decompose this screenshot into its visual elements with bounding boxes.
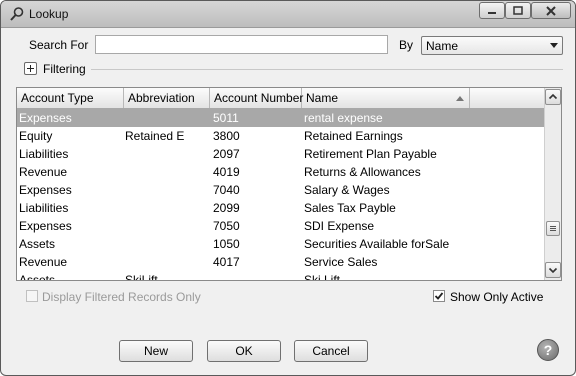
- column-header-label: Account Type: [21, 91, 94, 105]
- cell-account-type: Liabilities: [19, 201, 69, 215]
- cell-account-type: Assets: [19, 237, 56, 251]
- search-input[interactable]: [95, 35, 388, 54]
- table-row[interactable]: Expenses 7040 Salary & Wages: [17, 181, 544, 199]
- table-row[interactable]: Liabilities 2097 Retirement Plan Payable: [17, 145, 544, 163]
- cell-name: SDI Expense: [304, 219, 375, 233]
- cancel-button[interactable]: Cancel: [294, 340, 368, 362]
- cell-account-type: Revenue: [19, 255, 68, 269]
- maximize-button[interactable]: [505, 2, 531, 19]
- show-only-active-checkbox[interactable]: [433, 290, 445, 302]
- table-row[interactable]: Revenue 4017 Service Sales: [17, 253, 544, 271]
- cell-account-type: Expenses: [19, 111, 72, 125]
- filtering-divider: [91, 69, 563, 70]
- table-row[interactable]: Assets SkiLift Ski Lift: [17, 271, 544, 281]
- cell-account-number: 2099: [213, 201, 240, 215]
- grip-icon: [550, 226, 556, 231]
- title-bar[interactable]: Lookup: [1, 1, 575, 28]
- checkmark-icon: [434, 292, 444, 300]
- by-label: By: [399, 38, 414, 52]
- window-title: Lookup: [29, 7, 69, 21]
- cell-account-number: 7050: [213, 219, 240, 233]
- chevron-up-icon: [548, 93, 558, 100]
- table-row[interactable]: Expenses 7050 SDI Expense: [17, 217, 544, 235]
- minimize-icon: [488, 11, 496, 14]
- cell-name: Sales Tax Payble: [304, 201, 396, 215]
- table-row[interactable]: Expenses 5011 rental expense: [17, 109, 544, 127]
- cell-account-type: Equity: [19, 129, 53, 143]
- grid-header: Account Type Abbreviation Account Number…: [17, 88, 544, 109]
- cell-name: Ski Lift: [304, 273, 341, 281]
- chevron-down-icon: [548, 267, 558, 274]
- cell-account-type: Expenses: [19, 183, 72, 197]
- cell-name: Securities Available forSale: [304, 237, 450, 251]
- column-header-account-type[interactable]: Account Type: [17, 88, 124, 108]
- ok-button[interactable]: OK: [207, 340, 281, 362]
- search-for-label: Search For: [29, 38, 89, 52]
- cell-name: Retained Earnings: [304, 129, 403, 143]
- cell-name: Service Sales: [304, 255, 378, 269]
- cell-abbreviation: SkiLift: [125, 273, 158, 281]
- close-button[interactable]: [531, 2, 571, 19]
- cell-account-number: 2097: [213, 147, 240, 161]
- column-header-label: Name: [306, 91, 339, 105]
- magnifier-icon: [10, 7, 24, 21]
- table-row[interactable]: Revenue 4019 Returns & Allowances: [17, 163, 544, 181]
- display-filtered-only-label: Display Filtered Records Only: [42, 290, 201, 304]
- cell-account-type: Assets: [19, 273, 56, 281]
- search-by-select[interactable]: Name: [421, 36, 563, 55]
- cell-account-number: 4017: [213, 255, 240, 269]
- column-header-abbreviation[interactable]: Abbreviation: [124, 88, 210, 108]
- cell-account-type: Revenue: [19, 165, 68, 179]
- maximize-icon: [513, 6, 523, 15]
- cell-account-type: Expenses: [19, 219, 72, 233]
- cell-abbreviation: Retained E: [125, 129, 185, 143]
- scroll-down-button[interactable]: [545, 262, 561, 278]
- cell-account-number: 1050: [213, 237, 240, 251]
- minimize-button[interactable]: [479, 2, 505, 19]
- column-header-label: Account Number: [214, 91, 304, 105]
- search-by-value: Name: [426, 39, 459, 53]
- filtering-expand-button[interactable]: [24, 62, 37, 75]
- cell-account-number: 4019: [213, 165, 240, 179]
- column-header-name[interactable]: Name: [302, 88, 470, 108]
- column-header-filler: [470, 88, 544, 108]
- close-icon: [546, 5, 556, 16]
- cell-account-number: 7040: [213, 183, 240, 197]
- scrollbar-thumb[interactable]: [546, 221, 560, 236]
- vertical-scrollbar[interactable]: [544, 88, 561, 280]
- lookup-dialog: Lookup Search For By Name Filtering Acco…: [0, 0, 576, 376]
- cell-name: rental expense: [304, 111, 383, 125]
- filtering-label: Filtering: [43, 62, 86, 76]
- display-filtered-only-checkbox[interactable]: [26, 290, 38, 302]
- sort-ascending-icon: [456, 96, 464, 101]
- cell-account-number: 5011: [213, 111, 239, 125]
- cell-name: Retirement Plan Payable: [304, 147, 437, 161]
- lookup-grid: Account Type Abbreviation Account Number…: [16, 87, 562, 281]
- column-header-label: Abbreviation: [128, 91, 195, 105]
- cell-name: Returns & Allowances: [304, 165, 421, 179]
- grid-body: Expenses 5011 rental expense Equity Retained…: [17, 109, 544, 281]
- table-row[interactable]: Equity Retained E 3800 Retained Earnings: [17, 127, 544, 145]
- cell-account-type: Liabilities: [19, 147, 69, 161]
- table-row[interactable]: Liabilities 2099 Sales Tax Payble: [17, 199, 544, 217]
- scroll-up-button[interactable]: [545, 89, 561, 105]
- help-icon[interactable]: ?: [537, 339, 559, 361]
- column-header-account-number[interactable]: Account Number: [210, 88, 304, 108]
- table-row[interactable]: Assets 1050 Securities Available forSale: [17, 235, 544, 253]
- show-only-active-label: Show Only Active: [450, 290, 544, 304]
- new-button[interactable]: New: [119, 340, 193, 362]
- cell-name: Salary & Wages: [304, 183, 390, 197]
- chevron-down-icon: [550, 43, 558, 48]
- cell-account-number: 3800: [213, 129, 240, 143]
